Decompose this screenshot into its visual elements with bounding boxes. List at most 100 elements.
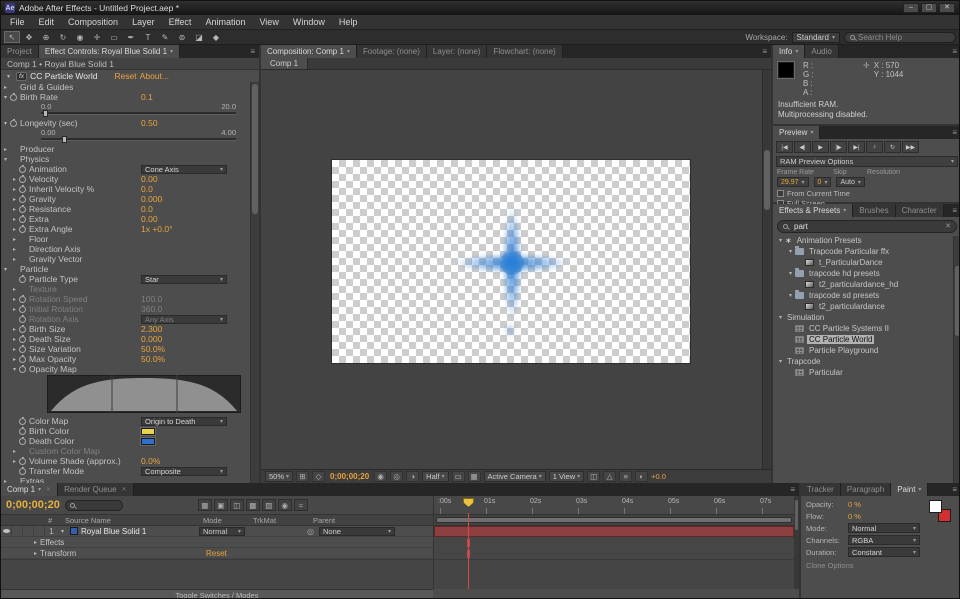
slider-track[interactable] [41,112,236,115]
twirl-icon[interactable]: ▾ [786,270,795,277]
twirl-icon[interactable]: ▾ [776,358,785,365]
toggle-switches-modes-button[interactable]: Toggle Switches / Modes [1,589,433,599]
twirl-icon[interactable]: ▾ [1,120,10,127]
tab-footage-none[interactable]: Footage: (none) [357,45,427,58]
tab-brushes[interactable]: Brushes [853,204,895,217]
param-extra-angle[interactable]: ▸Extra Angle1x +0.0° [1,224,250,234]
param-max-opacity[interactable]: ▸Max Opacity50.0% [1,354,250,364]
work-area-handle[interactable] [436,517,792,523]
paint-channels-dropdown[interactable]: RGBA▾ [848,535,920,545]
timeline-button-icon[interactable]: ≡ [619,471,632,482]
param-rotation-axis[interactable]: Rotation AxisAny Axis▾ [1,314,250,324]
next-frame-button[interactable]: |▶ [830,141,847,153]
stopwatch-icon[interactable] [19,216,26,223]
param-producer[interactable]: ▸Producer [1,144,250,154]
first-frame-button[interactable]: |◀ [776,141,793,153]
toggle-transparency-grid-icon[interactable]: ▦ [468,471,481,482]
menu-help[interactable]: Help [332,17,365,27]
menu-view[interactable]: View [252,17,285,27]
param-initial-rotation[interactable]: ▸Initial Rotation360.0 [1,304,250,314]
preset-item-t2-particulardance[interactable]: t2_particulardance [773,301,953,312]
param-dropdown[interactable]: Composite▾ [141,467,227,476]
twirl-icon[interactable]: ▾ [786,292,795,299]
blend-mode-dropdown[interactable]: Normal▾ [199,527,245,536]
stopwatch-icon[interactable] [19,366,26,373]
tab-effect-controls[interactable]: Effect Controls: Royal Blue Solid 1 ▾ [39,45,180,58]
param-resistance[interactable]: ▸Resistance0.0 [1,204,250,214]
preset-item-trapcode-particular-ffx[interactable]: ▾Trapcode Particular ffx [773,246,953,257]
param-floor[interactable]: ▸Floor [1,234,250,244]
tab-info[interactable]: Info▾ [773,45,805,58]
menu-composition[interactable]: Composition [61,17,125,27]
param-particle[interactable]: ▾Particle [1,264,250,274]
stopwatch-icon[interactable] [19,276,26,283]
param-grid-guides[interactable]: ▸Grid & Guides [1,82,250,92]
param-texture[interactable]: ▸Texture [1,284,250,294]
param-value[interactable]: 0.000 [141,194,162,204]
twirl-icon[interactable]: ▸ [10,306,19,313]
param-value[interactable]: 0.1 [141,92,153,102]
param-physics[interactable]: ▾Physics [1,154,250,164]
stopwatch-icon[interactable] [19,428,26,435]
slider-track[interactable] [41,138,236,141]
layer-row-1[interactable]: 1 ▾ Royal Blue Solid 1 Normal▾ ◎ None▾ [1,526,433,537]
stopwatch-icon[interactable] [19,346,26,353]
toolbar-zoom-tool[interactable]: ⊕ [38,31,54,43]
tab-comp-1[interactable]: Comp 1▾✕ [1,483,58,496]
twirl-icon[interactable]: ▸ [10,346,19,353]
menu-animation[interactable]: Animation [198,17,252,27]
twirl-icon[interactable]: ▸ [10,356,19,363]
stopwatch-icon[interactable] [19,326,26,333]
twirl-icon[interactable]: ▸ [10,286,19,293]
tab-comp-1[interactable]: Comp 1 [261,58,308,69]
param-value[interactable]: 1x +0.0° [141,224,173,234]
loop-button[interactable]: ↻ [884,141,901,153]
param-transfer-mode[interactable]: Transfer ModeComposite▾ [1,466,250,476]
time-ruler[interactable]: :00s01s02s03s04s05s06s07s [433,496,794,515]
twirl-icon[interactable]: ▾ [786,248,795,255]
param-slider[interactable]: 0.004.00 [1,128,250,144]
snapshot-icon[interactable]: ◉ [374,471,387,482]
menu-edit[interactable]: Edit [32,17,62,27]
stopwatch-icon[interactable] [19,206,26,213]
fx-icon[interactable]: fx [16,72,27,81]
tab-paragraph[interactable]: Paragraph [841,483,891,496]
maximize-button[interactable]: ▢ [921,3,937,13]
preset-item-t-particulardance[interactable]: t_ParticularDance [773,257,953,268]
twirl-icon[interactable]: ▸ [10,448,19,455]
panel-menu-icon[interactable]: ≡ [948,204,960,217]
param-death-color[interactable]: Death Color [1,436,250,446]
region-of-interest-icon[interactable]: ▭ [452,471,465,482]
motion-blur-icon[interactable]: ◉ [278,499,292,511]
audio-toggle-button[interactable]: ♪ [866,141,883,153]
color-swatch[interactable] [141,438,155,445]
param-dropdown[interactable]: Any Axis▾ [141,315,227,324]
param-color-map[interactable]: Color MapOrigin to Death▾ [1,416,250,426]
twirl-icon[interactable]: ▸ [10,236,19,243]
toolbar-unified-camera-tool[interactable]: ◉ [72,31,88,43]
param-velocity[interactable]: ▸Velocity0.00 [1,174,250,184]
tab-composition-comp-1[interactable]: Composition: Comp 1▾ [261,45,357,58]
toolbar-selection-tool[interactable]: ↖ [4,31,20,43]
stopwatch-icon[interactable] [19,438,26,445]
twirl-icon[interactable]: ▾ [10,366,19,373]
param-longevity-sec[interactable]: ▾Longevity (sec)0.50 [1,118,250,128]
composition-viewer[interactable] [261,70,771,469]
previous-frame-button[interactable]: ◀| [794,141,811,153]
live-update-icon[interactable]: ▣ [214,499,228,511]
stopwatch-icon[interactable] [10,94,17,101]
stopwatch-icon[interactable] [19,306,26,313]
twirl-icon[interactable]: ▾ [1,156,10,163]
twirl-icon[interactable]: ▸ [10,296,19,303]
effect-controls-scrollbar[interactable] [250,82,259,483]
frame-rate-dropdown[interactable]: 29.97▾ [777,177,809,187]
last-frame-button[interactable]: ▶| [848,141,865,153]
param-dropdown[interactable]: Star▾ [141,275,227,284]
preview-timecode[interactable]: 0;00;00;20 [328,472,371,481]
solo-cell[interactable] [23,526,34,536]
preset-search-input[interactable] [777,220,957,233]
toolbar-rotation-tool[interactable]: ↻ [55,31,71,43]
close-tab-icon[interactable]: ✕ [46,486,51,493]
layer-name[interactable]: Royal Blue Solid 1 [81,527,146,536]
panel-menu-icon[interactable]: ≡ [948,483,960,496]
